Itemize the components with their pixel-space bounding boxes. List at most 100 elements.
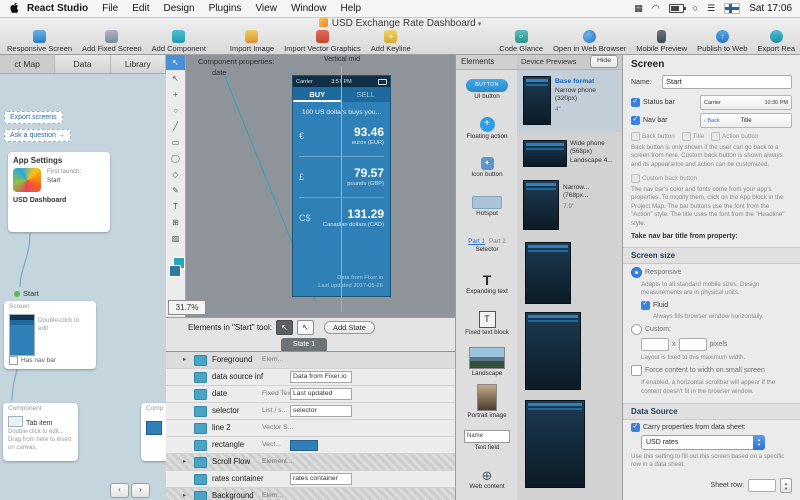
toolbar-publish-web-button[interactable]: Publish to Web [692,30,752,53]
element-row-rectangle[interactable]: rectangle Vect... [166,437,455,454]
toolbar-import-image-button[interactable]: Import Image [225,30,279,53]
element-row-date[interactable]: date Fixed Text Last updated [166,386,455,403]
palette-item-web-content[interactable]: ⊕ Web content [456,460,518,499]
app-settings-card[interactable]: App Settings First launch: Start USD Das… [8,152,110,232]
slice-tool[interactable]: ⊞ [166,214,185,230]
select-tool[interactable]: ↖ [166,54,185,70]
element-value-input[interactable]: selector [290,405,352,417]
element-row-foreground[interactable]: ▸ Foreground Elem... [166,352,455,369]
custom-width-input[interactable] [641,338,669,351]
sell-tab[interactable]: SELL [342,87,391,102]
element-value-input[interactable]: Last updated [290,388,352,400]
text-tool[interactable]: T [166,198,185,214]
palette-item-selector[interactable]: Part 1 Part 2 Selector [456,226,518,265]
device-thumbnail[interactable] [525,400,585,488]
add-state-button[interactable]: Add State [324,321,375,334]
menu-react-studio[interactable]: React Studio [23,3,95,14]
color-swatch[interactable] [290,440,318,451]
screen-card-start[interactable]: Screen Double-click to edit Has nav bar [4,301,96,369]
element-row-scroll-flow[interactable]: ▸ Scroll Flow Element... [166,454,455,471]
sheet-row-stepper[interactable] [780,478,792,493]
line-tool[interactable]: ╱ [166,118,185,134]
device-item-wide-phone[interactable]: Wide phone (568px) Landscape 4... [517,136,622,172]
move-tool[interactable]: + [166,86,185,102]
element-row-background[interactable]: ▸ Background Elem... [166,488,455,500]
device-item-narrow-tablet[interactable]: Narrow... (768px... 7.9" [517,176,622,234]
fluid-checkbox[interactable] [641,301,650,310]
element-row-data-source[interactable]: data source inf Data from Fixer.io [166,369,455,386]
tiles-icon[interactable]: ▦ [634,4,643,13]
toolbar-add-fixed-screen-button[interactable]: Add Fixed Screen [77,30,147,53]
element-row-line2[interactable]: line 2 Vector S... [166,420,455,437]
component-card-tab-item[interactable]: Component Tab item Double-click to edit.… [3,403,78,461]
hide-button[interactable]: Hide [590,55,618,68]
screen-name-input[interactable]: Start [662,75,792,89]
menu-file[interactable]: File [95,3,125,14]
element-row-selector[interactable]: selector List / s... selector [166,403,455,420]
palette-item-hotspot[interactable]: Hotspot [456,187,518,226]
export-screens-button[interactable]: Export screens [4,111,63,124]
element-value-input[interactable]: rates container [290,473,352,485]
zoom-tool[interactable]: ○ [166,102,185,118]
wifi-icon[interactable]: ◠ [652,4,660,13]
has-nav-bar-option[interactable]: Has nav bar [9,356,56,365]
map-next-button[interactable]: › [131,483,150,498]
palette-item-ui-button[interactable]: BUTTON UI button [456,70,518,109]
tab-data[interactable]: Data [55,54,110,73]
spotlight-icon[interactable]: ○ [693,4,698,13]
component-card-clipped[interactable]: Comp [141,403,167,461]
polygon-tool[interactable]: ◇ [166,166,185,182]
toolbar-code-glance-button[interactable]: Code Glance [494,30,548,53]
element-value-input[interactable]: Data from Fixer.io [290,371,352,383]
ask-question-button[interactable]: Ask a question → [4,129,71,142]
screen-thumbnail[interactable] [9,314,35,356]
gradient-tool[interactable]: ▨ [166,230,185,246]
control-center-icon[interactable]: ☰ [707,4,715,13]
black-arrow-tool-icon[interactable]: ↖ [276,320,293,335]
caret-icon[interactable]: ▸ [183,355,186,363]
menu-window[interactable]: Window [284,3,334,14]
component-property-date[interactable]: date [212,68,227,77]
menu-design[interactable]: Design [156,3,201,14]
device-item-large-tablet[interactable] [517,310,622,392]
toolbar-export-react-button[interactable]: Export Rea [752,30,800,53]
has-nav-bar-checkbox[interactable] [9,356,18,365]
caret-icon[interactable]: ▸ [183,457,186,465]
action-button-checkbox[interactable]: Action button [711,132,758,141]
custom-radio[interactable] [631,324,642,335]
device-item-base-format[interactable]: Base format Narrow phone (320px) 4" [517,70,622,132]
element-row-rates-container[interactable]: rates container rates container [166,471,455,488]
status-bar-checkbox[interactable] [631,98,640,107]
palette-item-text-field[interactable]: Name Text field [456,421,518,460]
direct-select-tool[interactable]: ↖ [166,70,185,86]
vertical-keyline[interactable] [341,66,342,312]
device-thumbnail[interactable] [525,312,581,390]
zoom-level[interactable]: 31.7% [168,300,206,315]
title-checkbox[interactable]: Title [682,132,704,141]
palette-item-icon-button[interactable]: ✦ Icon button [456,148,518,187]
toolbar-import-vector-button[interactable]: Import Vector Graphics [279,30,366,53]
device-item-desktop[interactable] [517,398,622,490]
force-width-checkbox[interactable] [631,365,642,376]
toolbar-responsive-screen-button[interactable]: Responsive Screen [2,30,77,53]
custom-back-checkbox[interactable]: Custom back button [631,174,697,183]
tab-library[interactable]: Library [111,54,166,73]
document-title[interactable]: USD Exchange Rate Dashboard▾ [0,18,800,29]
carry-properties-checkbox[interactable] [631,423,640,432]
palette-item-fixed-text-block[interactable]: T Fixed text block [456,304,518,343]
menu-view[interactable]: View [248,3,284,14]
map-prev-button[interactable]: ‹ [110,483,129,498]
pen-tool[interactable]: ✎ [166,182,185,198]
finland-flag-icon[interactable] [724,3,740,14]
device-thumbnail[interactable] [523,76,551,125]
tab-project-map[interactable]: ct Map [0,54,55,73]
toolbar-add-keyline-button[interactable]: Add Keyline [366,30,416,53]
responsive-radio[interactable] [631,267,642,278]
menu-edit[interactable]: Edit [125,3,156,14]
back-button-checkbox[interactable]: Back button [631,132,675,141]
apple-menu-icon[interactable] [9,3,19,14]
white-arrow-tool-icon[interactable]: ↖ [297,320,314,335]
oval-tool[interactable]: ◯ [166,150,185,166]
device-thumbnail[interactable] [523,140,567,167]
menu-help[interactable]: Help [334,3,369,14]
